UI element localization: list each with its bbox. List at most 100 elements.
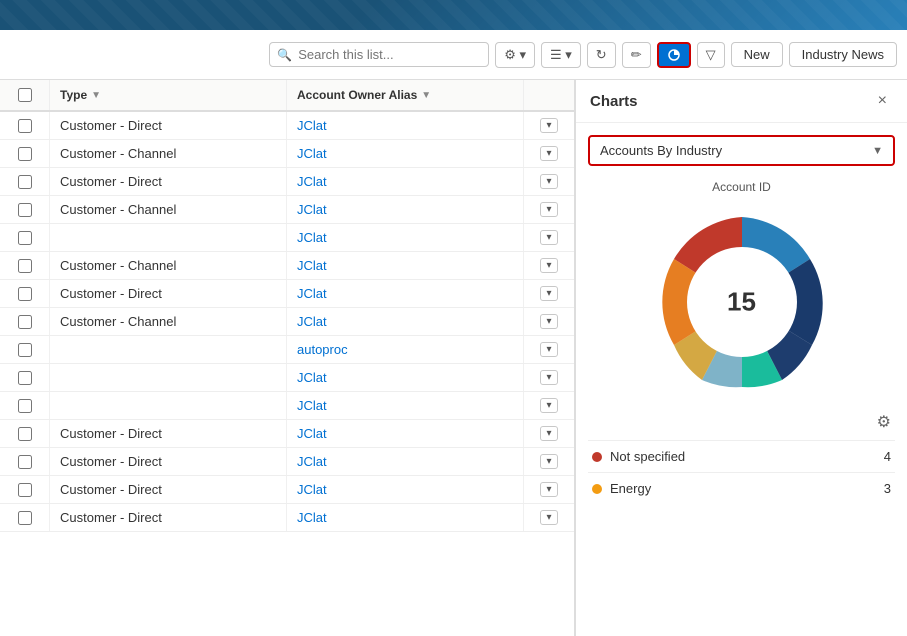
- row-checkbox[interactable]: [18, 343, 32, 357]
- charts-panel: Charts × Accounts By Industry ▼ Account …: [575, 80, 907, 636]
- row-dropdown-button[interactable]: ▾: [540, 118, 557, 133]
- chevron-down-icon: ▼: [872, 145, 883, 157]
- table-area: Type ▼ Account Owner Alias ▼ Customer - …: [0, 80, 575, 636]
- row-type: Customer - Direct: [50, 168, 287, 195]
- row-checkbox-cell: [0, 504, 50, 531]
- row-checkbox[interactable]: [18, 455, 32, 469]
- industry-news-button[interactable]: Industry News: [789, 42, 897, 67]
- row-checkbox[interactable]: [18, 119, 32, 133]
- refresh-button[interactable]: ↻: [587, 42, 616, 68]
- legend-container: Not specified 4 Energy 3: [588, 440, 895, 504]
- row-action-cell: ▾: [524, 364, 574, 391]
- row-type: Customer - Channel: [50, 252, 287, 279]
- row-dropdown-button[interactable]: ▾: [540, 398, 557, 413]
- th-owner[interactable]: Account Owner Alias ▼: [287, 80, 524, 110]
- row-checkbox-cell: [0, 140, 50, 167]
- owner-link[interactable]: JClat: [297, 258, 327, 273]
- table-body: Customer - Direct JClat ▾ Customer - Cha…: [0, 112, 574, 532]
- row-checkbox[interactable]: [18, 175, 32, 189]
- row-dropdown-button[interactable]: ▾: [540, 426, 557, 441]
- table-row: JClat ▾: [0, 224, 574, 252]
- table-row: Customer - Direct JClat ▾: [0, 476, 574, 504]
- owner-link[interactable]: JClat: [297, 314, 327, 329]
- chart-selector[interactable]: Accounts By Industry ▼: [588, 135, 895, 166]
- chart-settings-area: ⚙: [588, 412, 895, 440]
- owner-link[interactable]: JClat: [297, 370, 327, 385]
- row-action-cell: ▾: [524, 252, 574, 279]
- settings-button[interactable]: ⚙ ▾: [495, 42, 535, 68]
- row-checkbox[interactable]: [18, 203, 32, 217]
- row-checkbox[interactable]: [18, 287, 32, 301]
- edit-button[interactable]: ✏: [622, 42, 651, 68]
- row-checkbox[interactable]: [18, 427, 32, 441]
- row-dropdown-button[interactable]: ▾: [540, 454, 557, 469]
- row-owner: JClat: [287, 448, 524, 475]
- owner-link[interactable]: JClat: [297, 426, 327, 441]
- owner-link[interactable]: JClat: [297, 118, 327, 133]
- row-owner: autoproc: [287, 336, 524, 363]
- row-owner: JClat: [287, 392, 524, 419]
- table-header: Type ▼ Account Owner Alias ▼: [0, 80, 574, 112]
- legend-name: Not specified: [610, 449, 685, 464]
- owner-link[interactable]: JClat: [297, 286, 327, 301]
- row-checkbox[interactable]: [18, 231, 32, 245]
- legend-name: Energy: [610, 481, 651, 496]
- owner-link[interactable]: JClat: [297, 398, 327, 413]
- row-checkbox[interactable]: [18, 511, 32, 525]
- table-row: Customer - Channel JClat ▾: [0, 140, 574, 168]
- chart-area: Account ID: [588, 180, 895, 402]
- owner-link[interactable]: JClat: [297, 230, 327, 245]
- row-checkbox-cell: [0, 448, 50, 475]
- row-checkbox[interactable]: [18, 483, 32, 497]
- row-checkbox[interactable]: [18, 315, 32, 329]
- row-type: [50, 336, 287, 363]
- owner-link[interactable]: JClat: [297, 202, 327, 217]
- row-dropdown-button[interactable]: ▾: [540, 370, 557, 385]
- chart-button[interactable]: [657, 42, 691, 68]
- table-row: Customer - Direct JClat ▾: [0, 448, 574, 476]
- table-row: JClat ▾: [0, 364, 574, 392]
- row-checkbox[interactable]: [18, 399, 32, 413]
- row-checkbox[interactable]: [18, 259, 32, 273]
- row-action-cell: ▾: [524, 476, 574, 503]
- close-charts-button[interactable]: ×: [872, 90, 893, 112]
- table-row: Customer - Direct JClat ▾: [0, 280, 574, 308]
- row-type: [50, 364, 287, 391]
- row-dropdown-button[interactable]: ▾: [540, 146, 557, 161]
- view-toggle-button[interactable]: ☰ ▾: [541, 42, 581, 68]
- owner-link[interactable]: JClat: [297, 482, 327, 497]
- row-type: Customer - Direct: [50, 448, 287, 475]
- header-checkbox[interactable]: [18, 88, 32, 102]
- row-owner: JClat: [287, 196, 524, 223]
- row-dropdown-button[interactable]: ▾: [540, 510, 557, 525]
- th-type[interactable]: Type ▼: [50, 80, 287, 110]
- chart-settings-icon[interactable]: ⚙: [877, 412, 891, 432]
- row-dropdown-button[interactable]: ▾: [540, 202, 557, 217]
- row-dropdown-button[interactable]: ▾: [540, 482, 557, 497]
- owner-link[interactable]: autoproc: [297, 342, 348, 357]
- row-checkbox[interactable]: [18, 371, 32, 385]
- donut-center-value: 15: [727, 287, 756, 318]
- row-type: Customer - Direct: [50, 476, 287, 503]
- owner-link[interactable]: JClat: [297, 510, 327, 525]
- row-dropdown-button[interactable]: ▾: [540, 314, 557, 329]
- legend-left: Not specified: [592, 449, 685, 464]
- row-action-cell: ▾: [524, 168, 574, 195]
- owner-link[interactable]: JClat: [297, 174, 327, 189]
- table-row: Customer - Direct JClat ▾: [0, 168, 574, 196]
- charts-scroll[interactable]: Accounts By Industry ▼ Account ID: [576, 123, 907, 636]
- row-dropdown-button[interactable]: ▾: [540, 258, 557, 273]
- search-input[interactable]: [269, 42, 489, 67]
- row-dropdown-button[interactable]: ▾: [540, 286, 557, 301]
- row-dropdown-button[interactable]: ▾: [540, 230, 557, 245]
- row-action-cell: ▾: [524, 112, 574, 139]
- row-dropdown-button[interactable]: ▾: [540, 342, 557, 357]
- row-checkbox[interactable]: [18, 147, 32, 161]
- filter-button[interactable]: ▽: [697, 42, 725, 68]
- row-dropdown-button[interactable]: ▾: [540, 174, 557, 189]
- owner-link[interactable]: JClat: [297, 454, 327, 469]
- new-button[interactable]: New: [731, 42, 783, 67]
- owner-link[interactable]: JClat: [297, 146, 327, 161]
- table-row: Customer - Channel JClat ▾: [0, 252, 574, 280]
- row-owner: JClat: [287, 476, 524, 503]
